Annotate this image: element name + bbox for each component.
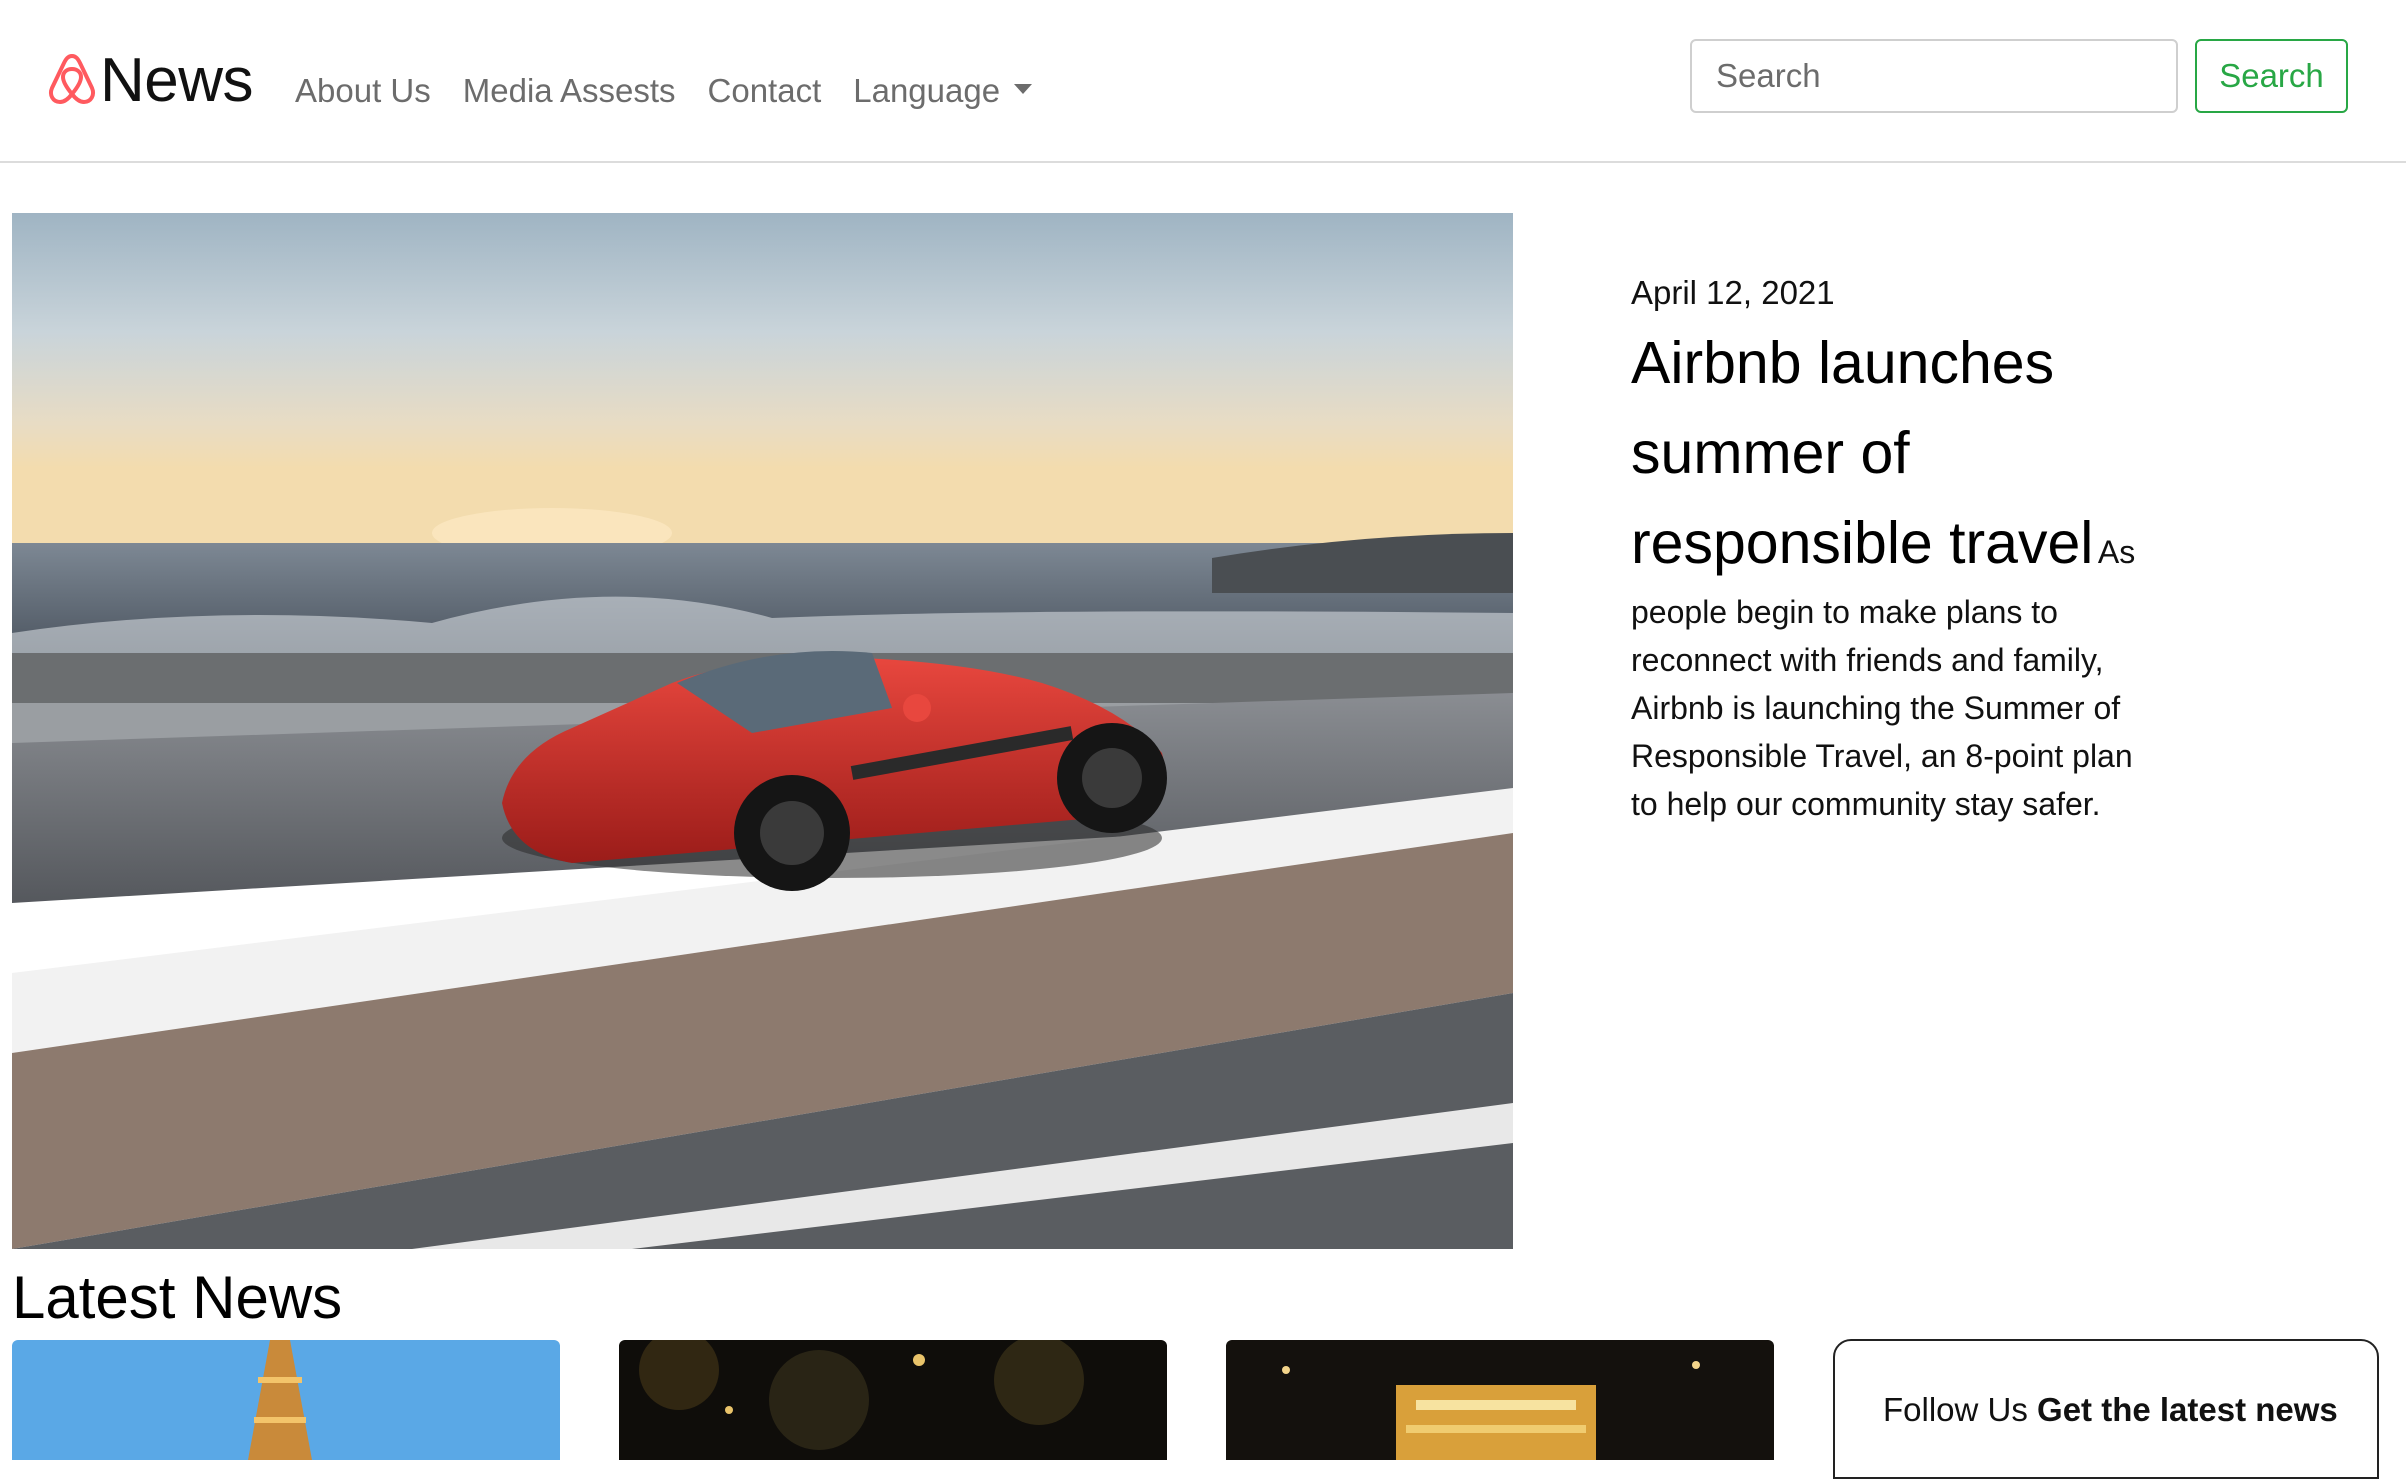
article-body: Airbnb launches summer of responsible tr… xyxy=(1631,318,2151,828)
news-card-image-building[interactable] xyxy=(1226,1340,1774,1460)
language-dropdown[interactable]: Language xyxy=(853,72,1033,110)
airbnb-logo-icon xyxy=(46,50,98,111)
brand-name: News xyxy=(100,45,254,115)
news-card-image-night-trees[interactable] xyxy=(619,1340,1167,1460)
caret-down-icon xyxy=(1014,84,1033,95)
search-button[interactable]: Search xyxy=(2195,39,2348,113)
news-card-image-eiffel[interactable] xyxy=(12,1340,560,1460)
hero-article: April 12, 2021 Airbnb launches summer of… xyxy=(1631,270,2151,828)
nav-contact[interactable]: Contact xyxy=(708,72,822,110)
language-dropdown-label: Language xyxy=(853,72,1001,109)
nav-media-assets[interactable]: Media Assests xyxy=(463,72,676,110)
search-input[interactable] xyxy=(1690,39,2178,113)
follow-us-card: Follow Us Get the latest news xyxy=(1833,1339,2379,1479)
latest-news-heading: Latest News xyxy=(12,1264,343,1331)
brand-link[interactable]: News xyxy=(46,40,254,120)
top-navbar: News About Us Media Assests Contact Lang… xyxy=(0,0,2406,163)
follow-us-label[interactable]: Follow Us xyxy=(1883,1391,2028,1428)
follow-us-tagline: Get the latest news xyxy=(2037,1391,2338,1428)
article-title[interactable]: Airbnb launches summer of responsible tr… xyxy=(1631,330,2093,576)
nav-about-us[interactable]: About Us xyxy=(295,72,431,110)
hero-image[interactable] xyxy=(12,213,1513,1249)
main-nav: About Us Media Assests Contact Language xyxy=(295,72,1064,110)
article-description: As people begin to make plans to reconne… xyxy=(1631,534,2136,822)
article-date: April 12, 2021 xyxy=(1631,274,1835,311)
